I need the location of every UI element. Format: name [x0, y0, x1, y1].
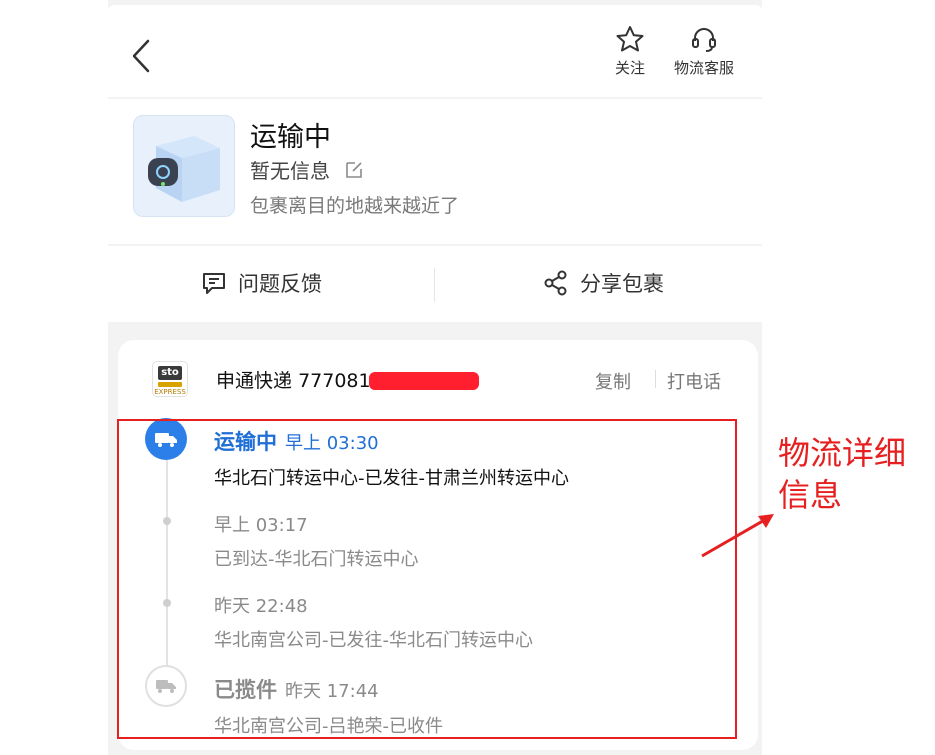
- feedback-button[interactable]: 问题反馈: [200, 268, 322, 298]
- tracking-number: 777081: [298, 370, 371, 392]
- back-arrow-icon[interactable]: [128, 37, 154, 75]
- action-bar: 问题反馈 分享包裹: [108, 246, 762, 322]
- carrier-name: 申通快递: [216, 370, 293, 392]
- package-image: [133, 115, 235, 217]
- carrier-logo: sto EXPRESS: [152, 361, 188, 397]
- call-button[interactable]: 打电话: [667, 368, 721, 394]
- headset-icon: [692, 28, 716, 52]
- customer-service-button[interactable]: 物流客服: [664, 25, 744, 78]
- feedback-icon: [203, 273, 225, 294]
- annotation-highlight-box: [117, 419, 737, 739]
- share-button[interactable]: 分享包裹: [542, 268, 664, 298]
- edit-icon[interactable]: [344, 160, 364, 180]
- feedback-label: 问题反馈: [238, 272, 322, 296]
- action-divider: [434, 268, 435, 302]
- status-subtitle: 暂无信息: [250, 155, 364, 184]
- status-card: 运输中 暂无信息 包裹离目的地越来越近了: [108, 99, 762, 244]
- service-label: 物流客服: [673, 59, 734, 77]
- annotation-arrow-icon: [701, 514, 774, 558]
- status-note: 包裹离目的地越来越近了: [250, 195, 460, 217]
- follow-button[interactable]: 关注: [608, 25, 652, 78]
- package-box-icon: [148, 136, 220, 202]
- share-label: 分享包裹: [580, 272, 664, 296]
- redaction-mark: [368, 372, 479, 390]
- carrier-tracking-number: 申通快递 777081: [216, 366, 479, 393]
- follow-label: 关注: [614, 59, 645, 77]
- annotation-label: 物流详细信息: [778, 434, 907, 514]
- copy-call-divider: [655, 370, 656, 388]
- status-title: 运输中: [250, 122, 331, 153]
- star-icon: [616, 26, 644, 52]
- status-subtitle-text: 暂无信息: [250, 159, 330, 183]
- share-icon: [544, 270, 567, 296]
- header-bar: 关注 物流客服: [108, 5, 762, 97]
- copy-button[interactable]: 复制: [595, 368, 631, 394]
